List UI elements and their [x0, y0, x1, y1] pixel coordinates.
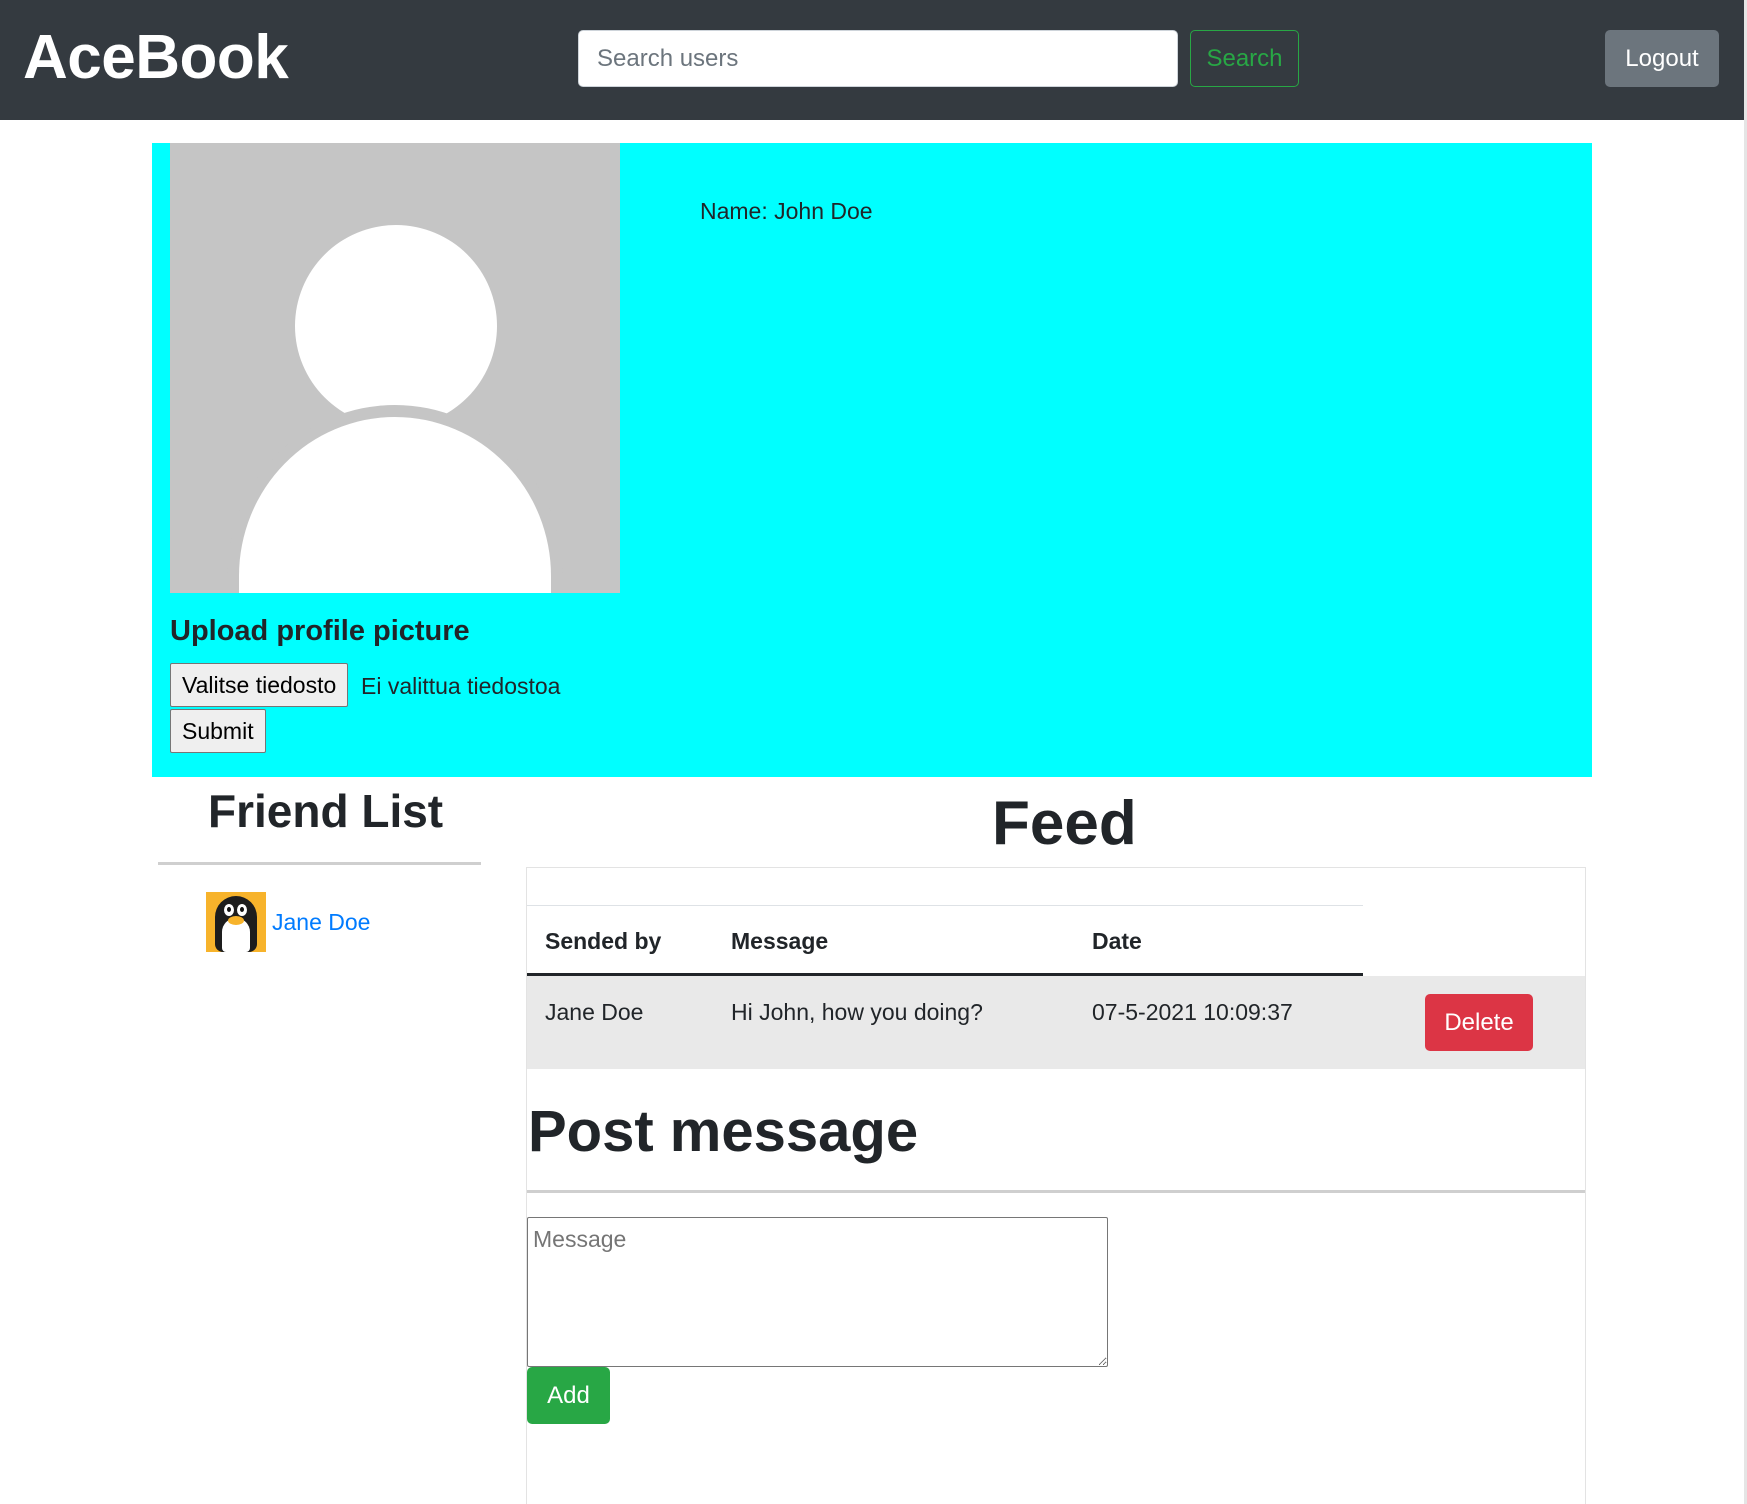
penguin-icon	[206, 892, 266, 952]
column-header-sender: Sended by	[545, 928, 662, 954]
logout-button[interactable]: Logout	[1605, 30, 1719, 87]
submit-button[interactable]: Submit	[170, 709, 266, 753]
upload-title: Upload profile picture	[170, 615, 470, 647]
choose-file-button[interactable]: Valitse tiedosto	[170, 663, 349, 707]
message-textarea[interactable]	[527, 1217, 1108, 1367]
divider	[527, 1190, 1585, 1193]
divider	[527, 905, 1363, 906]
friend-list-item[interactable]: Jane Doe	[206, 892, 370, 952]
column-header-message: Message	[731, 928, 829, 954]
friend-list-title: Friend List	[208, 785, 444, 837]
divider	[158, 862, 481, 865]
post-message-title: Post message	[528, 1099, 919, 1164]
profile-banner: Name: John Doe Upload profile picture Va…	[152, 143, 1592, 777]
row-date: 07-5-2021 10:09:37	[1092, 999, 1293, 1025]
navbar: AceBook Search Logout	[0, 0, 1744, 120]
search-button[interactable]: Search	[1190, 30, 1299, 87]
profile-name: Name: John Doe	[700, 198, 873, 224]
friend-link[interactable]: Jane Doe	[272, 909, 370, 936]
avatar-placeholder-head	[295, 225, 497, 427]
search-input[interactable]	[578, 30, 1178, 87]
profile-picture	[170, 143, 620, 593]
feed-panel	[526, 867, 1586, 1504]
brand-logo[interactable]: AceBook	[23, 18, 289, 98]
feed-title: Feed	[992, 789, 1137, 858]
row-sender: Jane Doe	[545, 999, 644, 1025]
file-status: Ei valittua tiedostoa	[361, 673, 561, 699]
avatar-placeholder-body	[227, 405, 563, 593]
column-header-date: Date	[1092, 928, 1142, 954]
add-button[interactable]: Add	[527, 1367, 610, 1424]
row-message: Hi John, how you doing?	[731, 999, 983, 1025]
delete-button[interactable]: Delete	[1425, 994, 1533, 1051]
